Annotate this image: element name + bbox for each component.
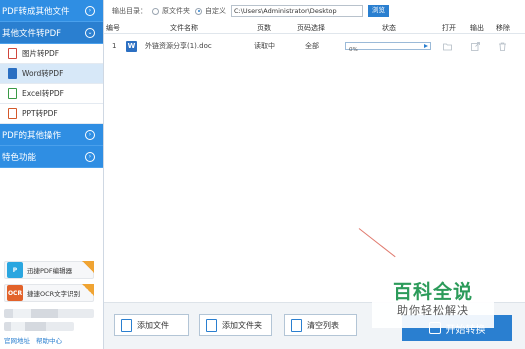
promo-ocr[interactable]: OCR 捷速OCR文字识别 [4,284,94,302]
row-page-select[interactable]: 全部 [305,39,319,53]
clear-list-label: 清空列表 [307,320,339,330]
add-folder-label: 添加文件夹 [222,320,262,330]
category-label: PDF的其他操作 [2,130,62,141]
header-name: 文件名称 [170,24,198,32]
image-file-icon [8,48,17,59]
play-icon[interactable] [424,43,428,48]
header-status: 状态 [382,24,396,32]
open-folder-icon[interactable] [443,42,452,51]
promo-label: 捷速OCR文字识别 [27,290,81,298]
category-special-features[interactable]: 特色功能 › [0,146,103,168]
progress-text: 0% [349,47,358,53]
radio-custom[interactable]: 自定义 [195,6,226,16]
header-remove: 移除 [496,24,510,32]
sidebar-item-label: Excel转PDF [22,89,64,98]
category-label: 其他文件转PDF [2,28,62,39]
add-file-button[interactable]: 添加文件 [114,314,189,336]
chevron-right-icon: › [85,130,95,140]
header-page-select: 页码选择 [297,24,325,32]
ribbon-icon [82,261,94,273]
blurred-info [4,309,94,318]
browse-button[interactable]: 浏览 [368,5,389,17]
radio-label: 原文件夹 [162,7,190,15]
table-header: 编号 文件名称 页数 页码选择 状态 打开 输出 移除 [104,22,525,34]
header-num: 编号 [106,24,120,32]
radio-original-folder[interactable]: 原文件夹 [152,6,190,16]
radio-icon [152,7,159,15]
clear-list-button[interactable]: 清空列表 [284,314,357,336]
table-row[interactable]: 1 W 外链资源分享(1).doc 读取中 全部 0% [104,39,525,53]
sidebar-item-word-to-pdf[interactable]: Word转PDF [0,64,103,84]
word-file-icon [8,68,17,79]
chevron-down-icon: ⌄ [85,28,95,38]
ocr-logo-icon: OCR [7,285,23,301]
progress-bar: 0% [345,42,431,53]
annotation-line [358,228,396,258]
radio-selected-icon [195,7,202,15]
radio-label: 自定义 [205,7,226,15]
add-folder-icon [206,318,217,332]
header-output: 输出 [470,24,484,32]
promo-label: 迅捷PDF编辑器 [27,267,73,275]
watermark: 百科全说 助你轻松解决 [372,270,494,328]
sidebar-item-label: Word转PDF [22,69,64,78]
add-folder-button[interactable]: 添加文件夹 [199,314,272,336]
watermark-subtitle: 助你轻松解决 [397,303,469,317]
help-center-link[interactable]: 帮助中心 [36,335,62,345]
row-file-name: 外链资源分享(1).doc [145,42,212,50]
sidebar-item-ppt-to-pdf[interactable]: PPT转PDF [0,104,103,124]
category-pdf-other-operations[interactable]: PDF的其他操作 › [0,124,103,146]
add-file-label: 添加文件 [137,320,169,330]
sidebar-footer: 官网地址 帮助中心 [4,335,62,345]
excel-file-icon [8,88,17,99]
row-pages: 读取中 [254,42,275,50]
sidebar-item-label: 图片转PDF [22,49,60,58]
add-file-icon [121,318,132,332]
category-label: 特色功能 [2,152,37,163]
blurred-info [4,322,74,331]
clear-list-icon [291,318,302,332]
watermark-title: 百科全说 [392,280,473,303]
export-icon[interactable] [471,41,480,51]
category-other-to-pdf[interactable]: 其他文件转PDF ⌄ [0,22,103,44]
chevron-right-icon: › [85,152,95,162]
sidebar-item-excel-to-pdf[interactable]: Excel转PDF [0,84,103,104]
output-label: 输出目录： [112,7,147,15]
pdf-editor-logo-icon: P [7,262,23,278]
ppt-file-icon [8,108,17,119]
header-pages: 页数 [257,24,271,32]
row-num: 1 [112,42,117,50]
output-path-field[interactable]: C:\Users\Administrator\Desktop [231,5,363,17]
website-link[interactable]: 官网地址 [4,335,30,345]
category-pdf-to-other[interactable]: PDF转成其他文件 › [0,0,103,22]
promo-pdf-editor[interactable]: P 迅捷PDF编辑器 [4,261,94,279]
trash-icon[interactable] [498,42,507,51]
category-label: PDF转成其他文件 [2,6,70,17]
chevron-right-icon: › [85,6,95,16]
sidebar: PDF转成其他文件 › 其他文件转PDF ⌄ 图片转PDF Word转PDF E… [0,0,104,349]
ribbon-icon [82,284,94,296]
sidebar-item-image-to-pdf[interactable]: 图片转PDF [0,44,103,64]
output-directory-bar: 输出目录： 原文件夹 自定义 C:\Users\Administrator\De… [104,0,525,22]
sidebar-item-label: PPT转PDF [22,109,58,118]
word-doc-icon: W [126,41,137,52]
header-open: 打开 [442,24,456,32]
